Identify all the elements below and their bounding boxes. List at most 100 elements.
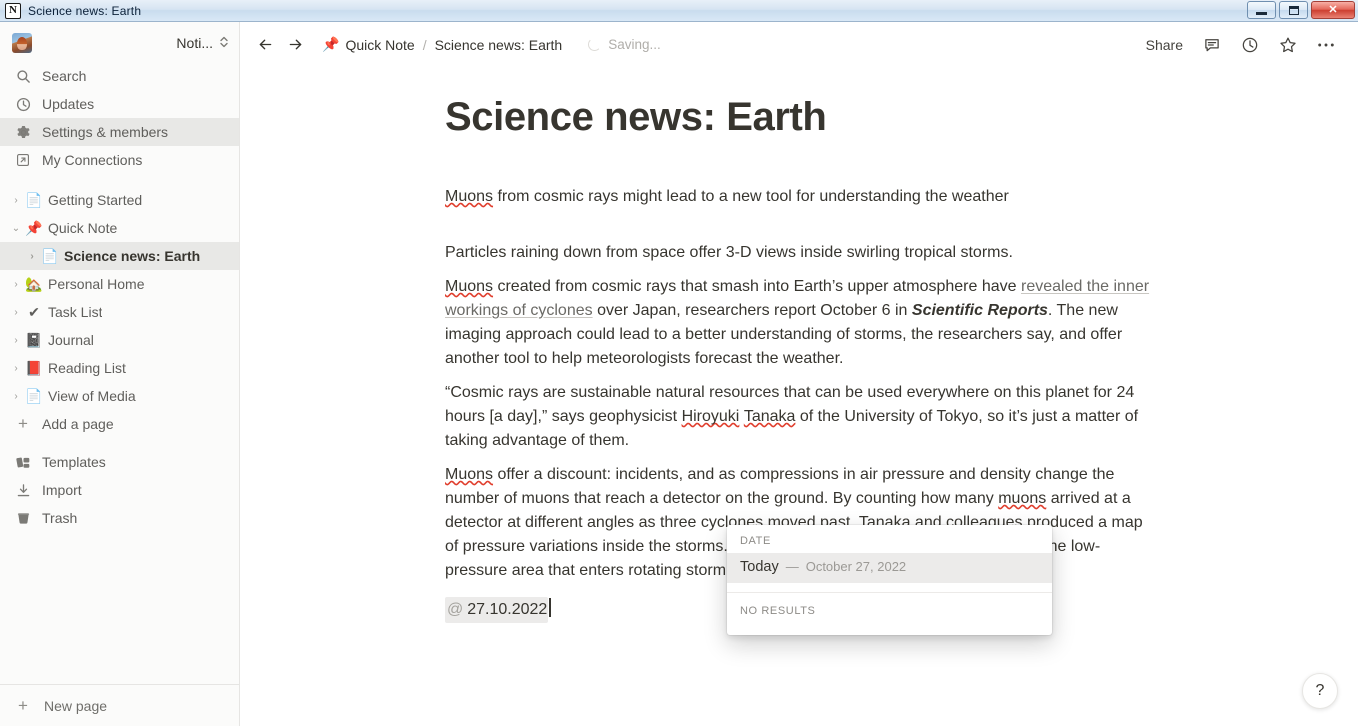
add-page-label: Add a page bbox=[42, 416, 114, 432]
workspace-switcher[interactable]: Noti... bbox=[0, 26, 239, 60]
sidebar-page-label: Personal Home bbox=[48, 276, 145, 292]
import-icon bbox=[14, 483, 32, 498]
pin-icon: 📌 bbox=[322, 36, 340, 52]
page-doc-icon: 📄 bbox=[25, 191, 43, 208]
journal-name: Scientific Reports bbox=[911, 302, 1048, 319]
sidebar-page-label: View of Media bbox=[48, 388, 136, 404]
chevron-down-icon[interactable]: ⌄ bbox=[8, 223, 24, 234]
checkmark-icon: ✔ bbox=[28, 303, 40, 320]
new-page-button[interactable]: + New page bbox=[0, 684, 239, 726]
breadcrumb-separator: / bbox=[422, 36, 427, 53]
paragraph-subtitle[interactable]: Muons from cosmic rays might lead to a n… bbox=[445, 185, 1153, 209]
sidebar-item-settings-members[interactable]: Settings & members bbox=[0, 118, 239, 146]
chevron-updown-icon bbox=[219, 35, 229, 52]
popup-option-date: October 27, 2022 bbox=[805, 559, 907, 574]
saving-status: Saving... bbox=[588, 37, 661, 52]
sidebar-page-quick-note[interactable]: ⌄ 📌 Quick Note bbox=[0, 214, 239, 242]
sidebar-page-getting-started[interactable]: › 📄 Getting Started bbox=[0, 186, 239, 214]
back-button[interactable] bbox=[252, 32, 278, 58]
sidebar-page-personal-home[interactable]: › 🏡 Personal Home bbox=[0, 270, 239, 298]
more-options-button[interactable] bbox=[1310, 31, 1342, 59]
sidebar-item-label: Search bbox=[42, 68, 87, 84]
sidebar-page-view-of-media[interactable]: › 📄 View of Media bbox=[0, 382, 239, 410]
page-doc-icon: 📄 bbox=[25, 387, 43, 404]
maximize-restore-button[interactable] bbox=[1279, 1, 1308, 19]
clock-icon bbox=[14, 97, 32, 112]
templates-icon bbox=[14, 455, 32, 470]
misspelled-word: Muons bbox=[445, 188, 494, 205]
paragraph-3[interactable]: “Cosmic rays are sustainable natural res… bbox=[445, 381, 1153, 453]
share-button[interactable]: Share bbox=[1139, 31, 1190, 59]
breadcrumb-parent[interactable]: 📌 Quick Note bbox=[316, 33, 421, 56]
forward-button[interactable] bbox=[282, 32, 308, 58]
text-fragment: over Japan, researchers report October 6… bbox=[592, 302, 912, 319]
sidebar-page-label: Quick Note bbox=[48, 220, 118, 236]
sidebar-page-label: Journal bbox=[48, 332, 94, 348]
sidebar-page-label: Task List bbox=[48, 304, 103, 320]
main-content: 📌 Quick Note / Science news: Earth Savin… bbox=[240, 22, 1358, 726]
subtitle-rest: from cosmic rays might lead to a new too… bbox=[493, 188, 1009, 205]
sidebar-item-import[interactable]: Import bbox=[0, 476, 239, 504]
misspelled-word: muons bbox=[998, 490, 1047, 507]
sidebar-page-science-news-earth[interactable]: › 📄 Science news: Earth bbox=[0, 242, 239, 270]
sidebar-item-label: Settings & members bbox=[42, 124, 169, 140]
sidebar: Noti... Search Updates Settings & member… bbox=[0, 22, 240, 726]
popup-option-today[interactable]: Today — October 27, 2022 bbox=[727, 553, 1052, 583]
sidebar-page-reading-list[interactable]: › 📕 Reading List bbox=[0, 354, 239, 382]
chevron-right-icon[interactable]: › bbox=[8, 335, 24, 346]
help-button[interactable]: ? bbox=[1302, 673, 1338, 709]
popup-no-results-label: NO RESULTS bbox=[740, 605, 816, 617]
comments-button[interactable] bbox=[1196, 31, 1228, 59]
sidebar-item-my-connections[interactable]: My Connections bbox=[0, 146, 239, 174]
date-mention-popup[interactable]: DATE Today — October 27, 2022 NO RESULTS bbox=[727, 525, 1052, 635]
sidebar-bottom-section: Templates Import Trash bbox=[0, 438, 239, 532]
chevron-right-icon[interactable]: › bbox=[8, 279, 24, 290]
sidebar-pages-section: › 📄 Getting Started ⌄ 📌 Quick Note › 📄 S… bbox=[0, 180, 239, 438]
page-doc-icon: 📄 bbox=[41, 247, 59, 264]
misspelled-word: Muons bbox=[445, 278, 494, 295]
chevron-right-icon[interactable]: › bbox=[8, 195, 24, 206]
chevron-right-icon[interactable]: › bbox=[24, 251, 40, 262]
at-symbol-icon: @ bbox=[447, 601, 464, 618]
misspelled-word: Hiroyuki bbox=[681, 408, 740, 425]
misspelled-word: Muons bbox=[445, 466, 494, 483]
text-fragment: created from cosmic rays that smash into… bbox=[493, 278, 1021, 295]
notebook-icon: 📓 bbox=[25, 331, 43, 348]
sidebar-item-label: Trash bbox=[42, 510, 78, 526]
mention-chip[interactable]: @27.10.2022 bbox=[445, 597, 549, 623]
sidebar-page-journal[interactable]: › 📓 Journal bbox=[0, 326, 239, 354]
document-scroll-area[interactable]: Science news: Earth Muons from cosmic ra… bbox=[240, 67, 1358, 726]
sidebar-item-trash[interactable]: Trash bbox=[0, 504, 239, 532]
nav-arrows bbox=[252, 32, 308, 58]
gear-icon bbox=[14, 125, 32, 140]
updates-clock-button[interactable] bbox=[1234, 31, 1266, 59]
page-title[interactable]: Science news: Earth bbox=[445, 93, 1153, 141]
sidebar-item-search[interactable]: Search bbox=[0, 62, 239, 90]
window-titlebar: N Science news: Earth ✕ bbox=[0, 0, 1358, 22]
paragraph-2[interactable]: Muons created from cosmic rays that smas… bbox=[445, 275, 1153, 371]
pin-icon: 📌 bbox=[25, 219, 43, 236]
topbar: 📌 Quick Note / Science news: Earth Savin… bbox=[240, 22, 1358, 67]
breadcrumb-current[interactable]: Science news: Earth bbox=[429, 34, 569, 56]
search-icon bbox=[14, 69, 32, 84]
favorite-star-button[interactable] bbox=[1272, 31, 1304, 59]
close-button[interactable]: ✕ bbox=[1311, 1, 1355, 19]
paragraph-1[interactable]: Particles raining down from space offer … bbox=[445, 241, 1153, 265]
sidebar-page-label: Science news: Earth bbox=[64, 248, 201, 264]
sidebar-nav-section: Search Updates Settings & members My Con… bbox=[0, 60, 239, 180]
sidebar-item-templates[interactable]: Templates bbox=[0, 448, 239, 476]
sidebar-item-updates[interactable]: Updates bbox=[0, 90, 239, 118]
add-a-page-button[interactable]: + Add a page bbox=[0, 410, 239, 438]
link-out-icon bbox=[14, 153, 32, 167]
chevron-right-icon[interactable]: › bbox=[8, 363, 24, 374]
plus-icon: + bbox=[18, 695, 28, 715]
chevron-right-icon[interactable]: › bbox=[8, 391, 24, 402]
sidebar-item-label: My Connections bbox=[42, 152, 143, 168]
app-shell: Noti... Search Updates Settings & member… bbox=[0, 22, 1358, 726]
workspace-name: Noti... bbox=[176, 35, 213, 51]
minimize-button[interactable] bbox=[1247, 1, 1276, 19]
chevron-right-icon[interactable]: › bbox=[8, 307, 24, 318]
plus-icon: + bbox=[18, 414, 28, 433]
sidebar-page-task-list[interactable]: › ✔ Task List bbox=[0, 298, 239, 326]
